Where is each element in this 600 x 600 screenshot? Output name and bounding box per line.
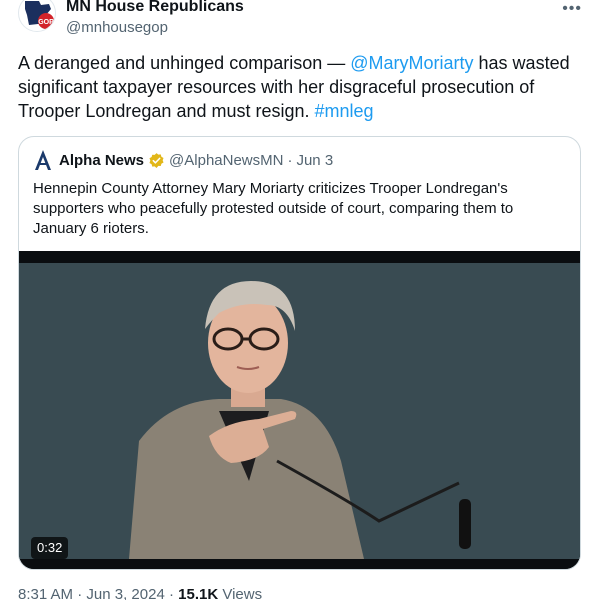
video-frame bbox=[19, 251, 580, 569]
avatar[interactable]: GOP bbox=[18, 0, 56, 32]
hashtag-link[interactable]: #mnleg bbox=[315, 101, 374, 121]
mn-gop-logo: GOP bbox=[25, 1, 54, 29]
tweet-text-before: A deranged and unhinged comparison — bbox=[18, 53, 351, 73]
quote-separator: · bbox=[287, 151, 293, 169]
views-count: 15.1K bbox=[178, 586, 219, 600]
quote-text: Hennepin County Attorney Mary Moriarty c… bbox=[33, 180, 514, 237]
author-display-name[interactable]: MN House Republicans bbox=[66, 0, 244, 17]
mention-link[interactable]: @MaryMoriarty bbox=[350, 53, 473, 73]
video-player[interactable]: 0:32 bbox=[19, 251, 580, 569]
quote-date[interactable]: Jun 3 bbox=[296, 152, 333, 169]
video-duration: 0:32 bbox=[31, 537, 69, 559]
tweet-time[interactable]: 8:31 AM bbox=[18, 586, 73, 600]
more-horizontal-icon[interactable]: ••• bbox=[562, 0, 582, 18]
avatar-text: GOP bbox=[38, 19, 54, 26]
meta-separator: · bbox=[168, 586, 174, 600]
tweet-text: A deranged and unhinged comparison — @Ma… bbox=[18, 51, 584, 123]
quote-handle[interactable]: @AlphaNewsMN bbox=[169, 152, 283, 169]
alpha-news-logo bbox=[35, 150, 51, 170]
author-block: MN House Republicans @mnhousegop bbox=[66, 0, 244, 38]
quote-tweet-card[interactable]: Alpha News @AlphaNewsMN · Jun 3 Hennepin… bbox=[18, 136, 581, 570]
tweet-meta: 8:31 AM · Jun 3, 2024 · 15.1K Views bbox=[18, 586, 262, 600]
verified-badge-icon bbox=[149, 152, 164, 168]
quote-header: Alpha News @AlphaNewsMN · Jun 3 bbox=[33, 149, 333, 171]
meta-separator: · bbox=[77, 586, 83, 600]
quote-display-name[interactable]: Alpha News bbox=[59, 152, 144, 169]
author-handle[interactable]: @mnhousegop bbox=[66, 18, 244, 38]
views-label: Views bbox=[222, 586, 263, 600]
tweet-date[interactable]: Jun 3, 2024 bbox=[86, 586, 164, 600]
